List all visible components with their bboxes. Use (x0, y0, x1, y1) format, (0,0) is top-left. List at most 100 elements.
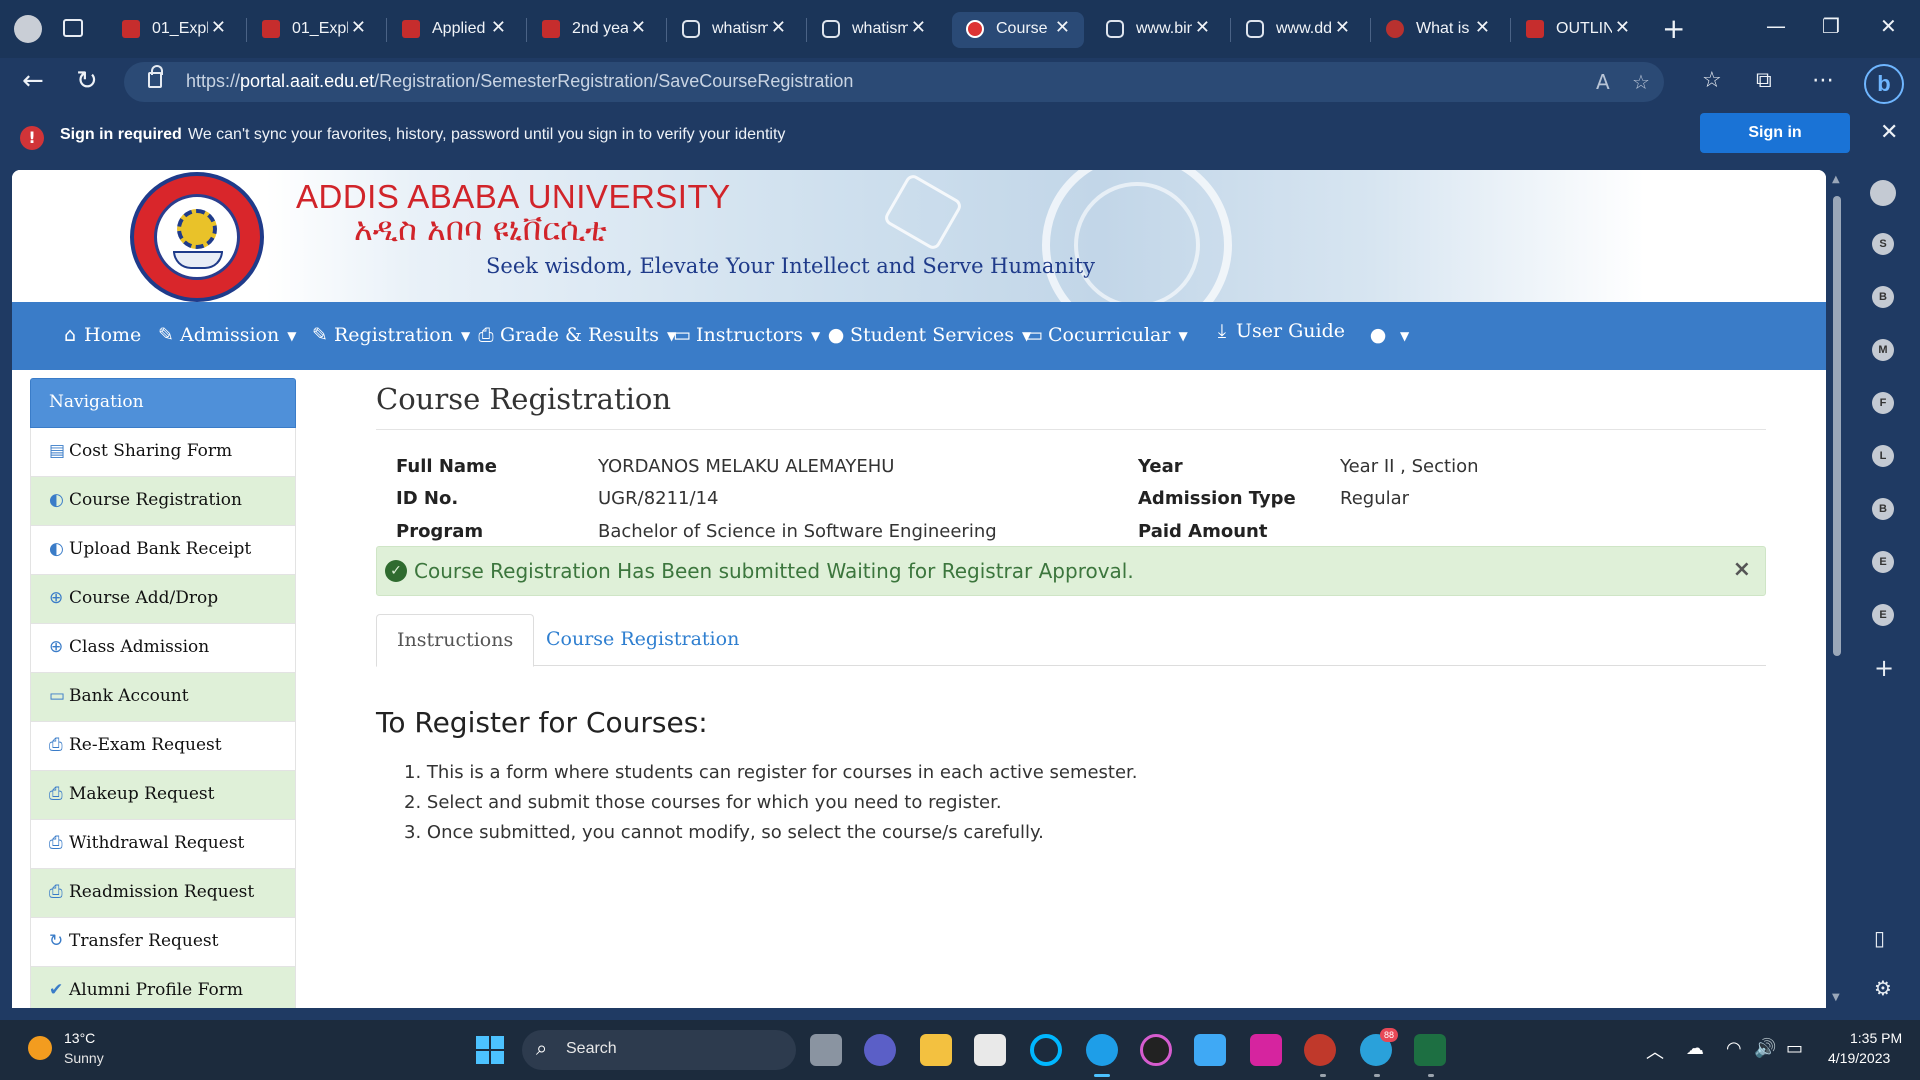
sidebar-item-re-exam-request[interactable]: ⎙ Re-Exam Request (30, 722, 296, 771)
scroll-down-icon[interactable]: ▼ (1832, 992, 1840, 1003)
browser-tab[interactable]: 01_Explo ✕ (108, 12, 240, 48)
sidebar-item-readmission-request[interactable]: ⎙ Readmission Request (30, 869, 296, 918)
tab-actions-icon[interactable] (63, 19, 83, 37)
browser-tab[interactable]: OUTLINE ✕ (1510, 12, 1644, 48)
sidebar-item-withdrawal-request[interactable]: ⎙ Withdrawal Request (30, 820, 296, 869)
taskbar-search[interactable]: ⌕ Search (522, 1030, 796, 1070)
close-tab-icon[interactable]: ✕ (1475, 17, 1490, 38)
close-alert-icon[interactable]: × (1733, 557, 1751, 582)
close-tab-icon[interactable]: ✕ (1195, 17, 1210, 38)
profile-icon[interactable] (14, 15, 42, 43)
weather-sun-icon[interactable] (28, 1036, 52, 1060)
browser-tab[interactable]: whatism ✕ (806, 12, 940, 48)
task-view-icon[interactable] (810, 1034, 842, 1066)
menu-home[interactable]: ⌂ Home (60, 324, 141, 346)
menu-registration[interactable]: ✎ Registration ▼ (310, 324, 470, 346)
sidebar-app-icon[interactable]: M (1872, 339, 1894, 361)
sidebar-item-upload-bank-receipt[interactable]: ◐ Upload Bank Receipt (30, 526, 296, 575)
close-tab-icon[interactable]: ✕ (351, 17, 366, 38)
restore-icon[interactable]: ❐ (1822, 14, 1840, 38)
minimize-icon[interactable]: — (1766, 14, 1786, 38)
browser-tab[interactable]: What is ✕ (1370, 12, 1504, 48)
sidebar-item-course-add-drop[interactable]: ⊕ Course Add/Drop (30, 575, 296, 624)
close-tab-icon[interactable]: ✕ (1335, 17, 1350, 38)
close-infobar-icon[interactable]: ✕ (1880, 120, 1898, 145)
pocket-app-icon[interactable] (1304, 1034, 1336, 1066)
scroll-thumb[interactable] (1833, 196, 1841, 656)
battery-icon[interactable]: ▭ (1786, 1038, 1803, 1059)
sidebar-app-icon[interactable] (1870, 180, 1896, 206)
browser-tab[interactable]: 2nd year ✕ (526, 12, 660, 48)
tab-instructions[interactable]: Instructions (376, 614, 535, 667)
sidebar-app-icon[interactable]: F (1872, 392, 1894, 414)
browser-tab[interactable]: whatism ✕ (666, 12, 800, 48)
menu-grades[interactable]: ⎙ Grade & Results ▼ (476, 324, 676, 346)
menu-user-account[interactable]: ● ▼ (1368, 324, 1410, 346)
sidebar-app-icon[interactable]: L (1872, 445, 1894, 467)
page-scrollbar[interactable]: ▲ ▼ (1830, 170, 1844, 1008)
refresh-icon[interactable]: ↻ (76, 66, 98, 96)
instagram-icon[interactable] (1250, 1034, 1282, 1066)
browser-tab[interactable]: www.ddu ✕ (1230, 12, 1364, 48)
menu-student-services[interactable]: ● Student Services ▼ (826, 324, 1032, 346)
address-bar[interactable]: https://portal.aait.edu.et/Registration/… (124, 62, 1664, 102)
clock-time[interactable]: 1:35 PM (1850, 1030, 1902, 1046)
weather-description[interactable]: Sunny (64, 1050, 104, 1066)
windows-start-icon[interactable] (476, 1036, 504, 1064)
sidebar-item-makeup-request[interactable]: ⎙ Makeup Request (30, 771, 296, 820)
add-favorite-icon[interactable]: ☆ (1632, 70, 1650, 94)
menu-instructors[interactable]: ▭ Instructors ▼ (672, 324, 820, 346)
sidebar-item-course-registration[interactable]: ◐ Course Registration (30, 477, 296, 526)
clock-date[interactable]: 4/19/2023 (1828, 1050, 1890, 1066)
back-arrow-icon[interactable]: ← (22, 66, 44, 96)
menu-cocurricular[interactable]: ▭ Cocurricular ▼ (1024, 324, 1188, 346)
close-tab-icon[interactable]: ✕ (1615, 17, 1630, 38)
l-app-icon[interactable] (1194, 1034, 1226, 1066)
cortana-icon[interactable] (1030, 1034, 1062, 1066)
close-window-icon[interactable]: ✕ (1880, 14, 1897, 38)
microsoft-store-icon[interactable] (974, 1034, 1006, 1066)
browser-tab[interactable]: www.bin ✕ (1092, 12, 1224, 48)
close-tab-icon[interactable]: ✕ (911, 17, 926, 38)
sidebar-app-icon[interactable]: E (1872, 604, 1894, 626)
close-tab-icon[interactable]: ✕ (211, 17, 226, 38)
close-tab-icon[interactable]: ✕ (1055, 17, 1070, 38)
onedrive-cloud-icon[interactable]: ☁ (1686, 1038, 1704, 1059)
sidebar-app-icon[interactable]: B (1872, 498, 1894, 520)
sidebar-item-bank-account[interactable]: ▭ Bank Account (30, 673, 296, 722)
collections-icon[interactable]: ⧉ (1756, 68, 1772, 93)
menu-admission[interactable]: ✎ Admission ▼ (156, 324, 296, 346)
read-aloud-icon[interactable]: A (1596, 70, 1610, 94)
scroll-up-icon[interactable]: ▲ (1832, 174, 1840, 185)
volume-icon[interactable]: 🔊 (1754, 1038, 1776, 1059)
wifi-icon[interactable]: ◠ (1726, 1038, 1742, 1059)
add-sidebar-app-icon[interactable]: + (1874, 654, 1894, 682)
edge-browser-icon[interactable] (1086, 1034, 1118, 1066)
close-tab-icon[interactable]: ✕ (491, 17, 506, 38)
sidebar-item-cost-sharing-form[interactable]: ▤ Cost Sharing Form (30, 428, 296, 477)
creative-cloud-icon[interactable] (1140, 1034, 1172, 1066)
sidebar-item-transfer-request[interactable]: ↻ Transfer Request (30, 918, 296, 967)
browser-tab-active[interactable]: Course R ✕ (952, 12, 1084, 48)
menu-user-guide[interactable]: ⤓ User Guide (1212, 320, 1345, 342)
file-explorer-icon[interactable] (920, 1034, 952, 1066)
excel-icon[interactable] (1414, 1034, 1446, 1066)
sidebar-app-icon[interactable]: E (1872, 551, 1894, 573)
bing-copilot-icon[interactable]: b (1864, 64, 1904, 104)
teams-chat-icon[interactable] (864, 1034, 896, 1066)
sign-in-button[interactable]: Sign in (1700, 113, 1850, 153)
tab-course-registration[interactable]: Course Registration (526, 614, 759, 667)
close-tab-icon[interactable]: ✕ (631, 17, 646, 38)
gear-icon[interactable]: ⚙ (1874, 976, 1892, 1000)
new-tab-icon[interactable]: + (1662, 12, 1685, 45)
split-screen-icon[interactable]: ▯ (1874, 926, 1885, 950)
chevron-up-icon[interactable]: ︿ (1646, 1038, 1664, 1064)
favorites-icon[interactable]: ☆ (1702, 68, 1722, 93)
sidebar-app-icon[interactable]: B (1872, 286, 1894, 308)
weather-temperature[interactable]: 13°C (64, 1030, 95, 1046)
more-options-icon[interactable]: ⋯ (1812, 68, 1834, 93)
browser-tab[interactable]: Applied ✕ (386, 12, 520, 48)
sidebar-item-alumni-profile-form[interactable]: ✔ Alumni Profile Form (30, 967, 296, 1008)
sidebar-app-icon[interactable]: S (1872, 233, 1894, 255)
sidebar-item-class-admission[interactable]: ⊕ Class Admission (30, 624, 296, 673)
